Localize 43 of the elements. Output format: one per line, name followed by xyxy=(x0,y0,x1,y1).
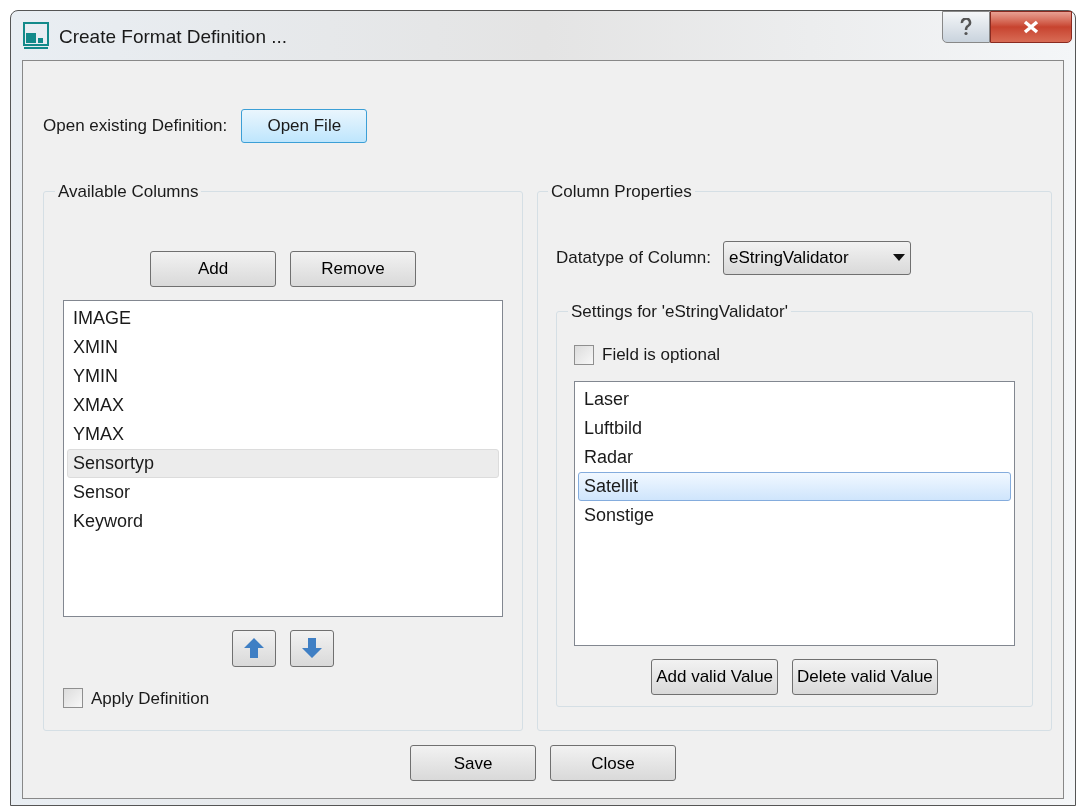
list-item[interactable]: IMAGE xyxy=(67,303,499,333)
list-box[interactable]: Laser Luftbild Radar Satellit Sonstige xyxy=(574,380,1015,646)
list-item[interactable]: Laser xyxy=(578,384,1011,414)
checkbox-label: Field is optional xyxy=(602,344,721,366)
list-item[interactable]: Radar xyxy=(578,442,1011,472)
value-action-button[interactable]: Delete valid Value xyxy=(792,658,938,695)
arrow-up-icon xyxy=(243,637,265,659)
help-icon xyxy=(960,18,972,36)
window-title: Create Format Definition ... xyxy=(59,25,288,49)
checkbox[interactable] xyxy=(574,344,594,365)
dialog-button[interactable]: Close xyxy=(550,745,676,781)
open-file-button[interactable]: Open File xyxy=(241,109,368,143)
checkbox[interactable] xyxy=(63,688,83,709)
caret-icon xyxy=(892,254,905,261)
list-item[interactable]: Sensortyp xyxy=(67,448,499,478)
list-item[interactable]: Sensor xyxy=(67,477,499,507)
move-up-button[interactable] xyxy=(232,629,276,667)
list-box[interactable]: IMAGE XMIN YMIN XMAX YMAX Sensortyp Sensor Keyword xyxy=(63,299,503,617)
list-item[interactable]: YMAX xyxy=(67,419,499,449)
list-item[interactable]: XMIN xyxy=(67,332,499,362)
close-button[interactable] xyxy=(990,11,1072,43)
value-action-button[interactable]: Add valid Value xyxy=(651,658,779,695)
datatype-label: Datatype of Column: xyxy=(556,246,711,269)
help-button[interactable] xyxy=(942,11,990,43)
dialog-button[interactable]: Save xyxy=(410,745,536,781)
list-item[interactable]: Satellit xyxy=(578,471,1011,501)
checkbox-label: Apply Definition xyxy=(91,687,210,710)
app-icon xyxy=(23,22,49,50)
group-title: Settings for 'eStringValidator' xyxy=(570,300,789,323)
list-item[interactable]: Sonstige xyxy=(578,500,1011,530)
list-item[interactable]: YMIN xyxy=(67,361,499,391)
list-item[interactable]: XMAX xyxy=(67,390,499,420)
move-down-button[interactable] xyxy=(290,629,334,667)
list-item[interactable]: Keyword xyxy=(67,506,499,536)
close-icon xyxy=(1022,20,1040,34)
list-item[interactable]: Luftbild xyxy=(578,413,1011,443)
open-definition-label: Open existing Definition: xyxy=(43,115,228,138)
list-action-button[interactable]: Remove xyxy=(290,250,416,287)
datatype-dropdown[interactable]: eStringValidator xyxy=(722,240,911,275)
group-title: Available Columns xyxy=(57,181,200,203)
list-action-button[interactable]: Add xyxy=(150,250,276,287)
arrow-down-icon xyxy=(301,637,323,659)
group-title: Column Properties xyxy=(550,181,693,203)
